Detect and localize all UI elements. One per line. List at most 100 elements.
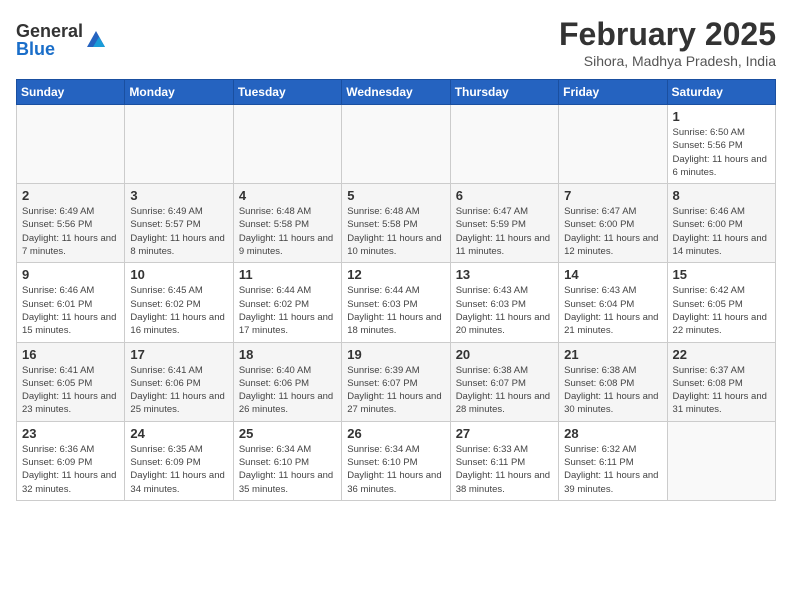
title-section: February 2025 Sihora, Madhya Pradesh, In… [559,16,776,69]
logo-general-text: General [16,22,83,40]
day-number: 14 [564,267,661,282]
calendar-cell [233,105,341,184]
logo: General Blue [16,22,107,58]
calendar-cell: 10 Sunrise: 6:45 AM Sunset: 6:02 PM Dayli… [125,263,233,342]
day-info: Sunrise: 6:44 AM Sunset: 6:03 PM Dayligh… [347,284,444,337]
page-header: General Blue February 2025 Sihora, Madhy… [16,16,776,69]
day-number: 11 [239,267,336,282]
day-number: 21 [564,347,661,362]
day-number: 28 [564,426,661,441]
day-info: Sunrise: 6:42 AM Sunset: 6:05 PM Dayligh… [673,284,770,337]
calendar-week-row: 16Sunrise: 6:41 AM Sunset: 6:05 PM Dayli… [17,342,776,421]
day-info: Sunrise: 6:39 AM Sunset: 6:07 PM Dayligh… [347,364,444,417]
calendar-cell: 11 Sunrise: 6:44 AM Sunset: 6:02 PM Dayli… [233,263,341,342]
day-number: 3 [130,188,227,203]
day-number: 25 [239,426,336,441]
day-info: Sunrise: 6:48 AM Sunset: 5:58 PM Dayligh… [347,205,444,258]
calendar-cell [559,105,667,184]
month-title: February 2025 [559,16,776,53]
day-number: 5 [347,188,444,203]
calendar-cell: 2 Sunrise: 6:49 AM Sunset: 5:56 PM Daylig… [17,184,125,263]
day-number: 4 [239,188,336,203]
calendar-week-row: 9Sunrise: 6:46 AM Sunset: 6:01 PM Daylig… [17,263,776,342]
weekday-header: Sunday [17,80,125,105]
calendar-cell: 6 Sunrise: 6:47 AM Sunset: 5:59 PM Daylig… [450,184,558,263]
day-info: Sunrise: 6:47 AM Sunset: 5:59 PM Dayligh… [456,205,553,258]
calendar-cell [667,421,775,500]
day-info: Sunrise: 6:49 AM Sunset: 5:56 PM Dayligh… [22,205,119,258]
logo-icon [85,29,107,51]
day-number: 19 [347,347,444,362]
calendar-cell: 19 Sunrise: 6:39 AM Sunset: 6:07 PM Dayli… [342,342,450,421]
day-info: Sunrise: 6:34 AM Sunset: 6:10 PM Dayligh… [239,443,336,496]
day-info: Sunrise: 6:45 AM Sunset: 6:02 PM Dayligh… [130,284,227,337]
day-number: 23 [22,426,119,441]
calendar-week-row: 23 Sunrise: 6:36 AM Sunset: 6:09 PM Dayli… [17,421,776,500]
day-info: Sunrise: 6:41 AM Sunset: 6:06 PM Dayligh… [130,364,227,417]
calendar-cell: 18 Sunrise: 6:40 AM Sunset: 6:06 PM Dayli… [233,342,341,421]
calendar-cell: 1 Sunrise: 6:50 AM Sunset: 5:56 PM Daylig… [667,105,775,184]
day-number: 10 [130,267,227,282]
day-number: 13 [456,267,553,282]
calendar-cell [17,105,125,184]
day-info: Sunrise: 6:47 AM Sunset: 6:00 PM Dayligh… [564,205,661,258]
calendar-cell [342,105,450,184]
day-info: Sunrise: 6:33 AM Sunset: 6:11 PM Dayligh… [456,443,553,496]
calendar-cell: 7 Sunrise: 6:47 AM Sunset: 6:00 PM Daylig… [559,184,667,263]
day-number: 27 [456,426,553,441]
day-info: Sunrise: 6:38 AM Sunset: 6:08 PM Dayligh… [564,364,661,417]
calendar-cell: 27 Sunrise: 6:33 AM Sunset: 6:11 PM Dayli… [450,421,558,500]
calendar-cell: 26 Sunrise: 6:34 AM Sunset: 6:10 PM Dayli… [342,421,450,500]
calendar-cell: 21 Sunrise: 6:38 AM Sunset: 6:08 PM Dayli… [559,342,667,421]
calendar-cell: 15 Sunrise: 6:42 AM Sunset: 6:05 PM Dayli… [667,263,775,342]
calendar-cell: 24 Sunrise: 6:35 AM Sunset: 6:09 PM Dayli… [125,421,233,500]
weekday-header: Thursday [450,80,558,105]
day-info: Sunrise: 6:48 AM Sunset: 5:58 PM Dayligh… [239,205,336,258]
day-info: Sunrise: 6:38 AM Sunset: 6:07 PM Dayligh… [456,364,553,417]
day-number: 24 [130,426,227,441]
location-text: Sihora, Madhya Pradesh, India [559,53,776,69]
day-number: 2 [22,188,119,203]
day-number: 15 [673,267,770,282]
calendar-week-row: 2 Sunrise: 6:49 AM Sunset: 5:56 PM Daylig… [17,184,776,263]
weekday-header: Wednesday [342,80,450,105]
calendar-cell [125,105,233,184]
day-number: 1 [673,109,770,124]
calendar-cell: 22Sunrise: 6:37 AM Sunset: 6:08 PM Dayli… [667,342,775,421]
day-number: 6 [456,188,553,203]
day-info: Sunrise: 6:40 AM Sunset: 6:06 PM Dayligh… [239,364,336,417]
weekday-header: Saturday [667,80,775,105]
calendar-cell: 13 Sunrise: 6:43 AM Sunset: 6:03 PM Dayli… [450,263,558,342]
calendar-cell: 16Sunrise: 6:41 AM Sunset: 6:05 PM Dayli… [17,342,125,421]
day-info: Sunrise: 6:32 AM Sunset: 6:11 PM Dayligh… [564,443,661,496]
day-info: Sunrise: 6:36 AM Sunset: 6:09 PM Dayligh… [22,443,119,496]
calendar-cell: 25 Sunrise: 6:34 AM Sunset: 6:10 PM Dayli… [233,421,341,500]
day-info: Sunrise: 6:43 AM Sunset: 6:04 PM Dayligh… [564,284,661,337]
calendar-week-row: 1 Sunrise: 6:50 AM Sunset: 5:56 PM Daylig… [17,105,776,184]
calendar-cell: 9Sunrise: 6:46 AM Sunset: 6:01 PM Daylig… [17,263,125,342]
calendar-cell: 23 Sunrise: 6:36 AM Sunset: 6:09 PM Dayli… [17,421,125,500]
calendar-cell: 12 Sunrise: 6:44 AM Sunset: 6:03 PM Dayli… [342,263,450,342]
weekday-header: Tuesday [233,80,341,105]
day-info: Sunrise: 6:35 AM Sunset: 6:09 PM Dayligh… [130,443,227,496]
calendar-cell: 14 Sunrise: 6:43 AM Sunset: 6:04 PM Dayli… [559,263,667,342]
day-number: 12 [347,267,444,282]
day-info: Sunrise: 6:43 AM Sunset: 6:03 PM Dayligh… [456,284,553,337]
calendar-cell: 3Sunrise: 6:49 AM Sunset: 5:57 PM Daylig… [125,184,233,263]
calendar-cell: 28 Sunrise: 6:32 AM Sunset: 6:11 PM Dayli… [559,421,667,500]
weekday-header-row: SundayMondayTuesdayWednesdayThursdayFrid… [17,80,776,105]
day-info: Sunrise: 6:41 AM Sunset: 6:05 PM Dayligh… [22,364,119,417]
calendar-cell: 20 Sunrise: 6:38 AM Sunset: 6:07 PM Dayli… [450,342,558,421]
logo-blue-text: Blue [16,40,83,58]
day-number: 7 [564,188,661,203]
calendar-cell: 4 Sunrise: 6:48 AM Sunset: 5:58 PM Daylig… [233,184,341,263]
day-info: Sunrise: 6:44 AM Sunset: 6:02 PM Dayligh… [239,284,336,337]
calendar-cell: 5 Sunrise: 6:48 AM Sunset: 5:58 PM Daylig… [342,184,450,263]
day-number: 26 [347,426,444,441]
day-info: Sunrise: 6:46 AM Sunset: 6:00 PM Dayligh… [673,205,770,258]
weekday-header: Friday [559,80,667,105]
day-number: 18 [239,347,336,362]
day-number: 20 [456,347,553,362]
day-info: Sunrise: 6:34 AM Sunset: 6:10 PM Dayligh… [347,443,444,496]
day-info: Sunrise: 6:50 AM Sunset: 5:56 PM Dayligh… [673,126,770,179]
